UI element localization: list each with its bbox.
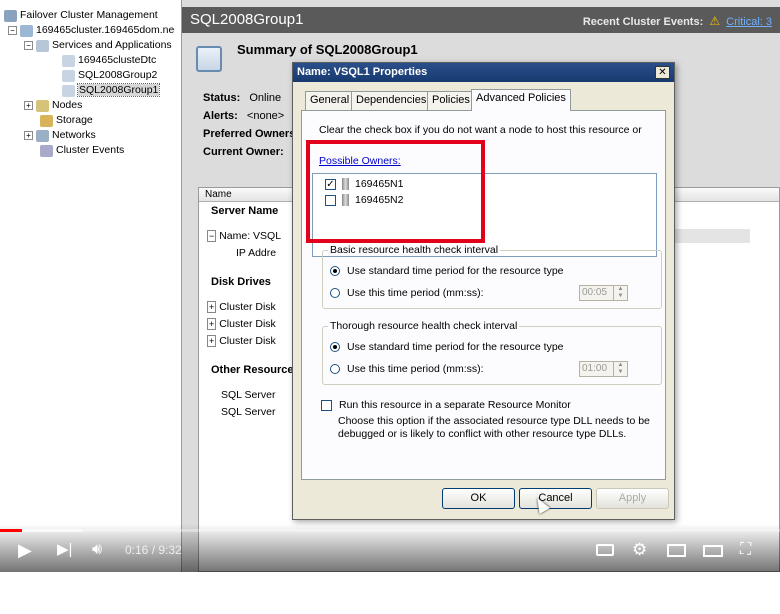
storage-icon bbox=[40, 114, 53, 127]
tree-item-nodes[interactable]: + Nodes bbox=[24, 98, 82, 113]
next-icon[interactable]: ▶| bbox=[57, 540, 72, 560]
summary-title: Summary of SQL2008Group1 bbox=[237, 42, 418, 57]
expand-icon[interactable]: + bbox=[24, 131, 33, 140]
thorough-health-check-group: Thorough resource health check interval … bbox=[322, 320, 662, 385]
collapse-icon[interactable]: − bbox=[24, 41, 33, 50]
thorough-standard-option[interactable]: Use standard time period for the resourc… bbox=[330, 341, 564, 353]
separate-monitor-checkbox[interactable] bbox=[321, 399, 332, 411]
tree-item-sql2008group2[interactable]: SQL2008Group2 bbox=[62, 68, 157, 83]
expand-icon[interactable]: + bbox=[24, 101, 33, 110]
list-item[interactable]: + Cluster Disk bbox=[207, 335, 276, 347]
separate-monitor-option[interactable]: Run this resource in a separate Resource… bbox=[321, 399, 571, 411]
progress-played bbox=[0, 529, 22, 532]
service-icon bbox=[62, 69, 75, 82]
basic-health-check-group: Basic resource health check interval Use… bbox=[322, 244, 662, 309]
video-frame[interactable]: Failover Cluster Management −169465clust… bbox=[0, 0, 780, 572]
radio-icon[interactable] bbox=[330, 364, 340, 375]
service-icon bbox=[62, 54, 75, 67]
ok-button[interactable]: OK bbox=[442, 488, 515, 509]
spinner-arrows-icon[interactable]: ▲ ▼ bbox=[613, 286, 627, 300]
tree-item-services-and-applications[interactable]: − Services and Applications bbox=[24, 38, 172, 53]
group-server-name: Server Name bbox=[211, 205, 279, 217]
group-other-resources: Other Resource bbox=[211, 364, 294, 376]
critical-events-link[interactable]: Critical: 3 bbox=[726, 16, 772, 28]
dialog-title: Name: VSQL1 Properties bbox=[293, 63, 674, 82]
list-item[interactable]: + Cluster Disk bbox=[207, 301, 276, 313]
tree-item-cluster-events[interactable]: Cluster Events bbox=[40, 143, 124, 158]
basic-standard-option[interactable]: Use standard time period for the resourc… bbox=[330, 265, 564, 277]
tab-dependencies[interactable]: Dependencies bbox=[351, 91, 432, 110]
spinner-arrows-icon[interactable]: ▲ ▼ bbox=[613, 362, 627, 376]
cluster-mgmt-icon bbox=[4, 9, 17, 22]
owners-description: Clear the check box if you do not want a… bbox=[319, 124, 642, 136]
list-item[interactable]: − Name: VSQL bbox=[207, 230, 281, 242]
cancel-button[interactable]: Cancel bbox=[519, 488, 592, 509]
radio-icon[interactable] bbox=[330, 342, 340, 353]
progress-bar[interactable] bbox=[0, 529, 780, 532]
tree-item-failover-cluster-management[interactable]: Failover Cluster Management bbox=[4, 8, 158, 23]
tree-item-169465clustedtc[interactable]: 169465clusteDtc bbox=[62, 53, 156, 68]
apply-button[interactable]: Apply bbox=[596, 488, 669, 509]
warning-icon: ⚠ bbox=[709, 14, 721, 28]
cluster-icon bbox=[20, 24, 33, 37]
thorough-time-spinner[interactable]: 01:00 ▲ ▼ bbox=[579, 361, 628, 377]
settings-icon[interactable]: ⚙ bbox=[632, 540, 647, 560]
recent-events: Recent Cluster Events: ⚠ Critical: 3 bbox=[582, 14, 772, 28]
services-icon bbox=[36, 39, 49, 52]
tree-item-storage[interactable]: Storage bbox=[40, 113, 93, 128]
alerts-row: Alerts: <none> bbox=[203, 110, 285, 122]
radio-icon[interactable] bbox=[330, 288, 340, 299]
thorough-custom-option[interactable]: Use this time period (mm:ss): bbox=[330, 363, 484, 375]
basic-time-spinner[interactable]: 00:05 ▲ ▼ bbox=[579, 285, 628, 301]
collapse-icon[interactable]: − bbox=[8, 26, 17, 35]
time-display: 0:16 / 9:32 bbox=[125, 543, 182, 557]
tree-item-cluster[interactable]: −169465cluster.169465dom.ne bbox=[8, 23, 174, 38]
tree-item-networks[interactable]: + Networks bbox=[24, 128, 96, 143]
summary-icon bbox=[196, 46, 222, 72]
preferred-owners-row: Preferred Owners: bbox=[203, 128, 299, 140]
results-title: SQL2008Group1 bbox=[190, 11, 304, 28]
results-header: SQL2008Group1 Recent Cluster Events: ⚠ C… bbox=[182, 7, 780, 33]
tree-item-sql2008group1[interactable]: SQL2008Group1 bbox=[62, 83, 161, 98]
close-icon[interactable]: ✕ bbox=[655, 66, 670, 79]
list-item[interactable]: + Cluster Disk bbox=[207, 318, 276, 330]
radio-icon[interactable] bbox=[330, 266, 340, 277]
service-icon bbox=[62, 84, 75, 97]
miniplayer-icon[interactable] bbox=[667, 544, 686, 557]
play-icon[interactable]: ▶ bbox=[18, 540, 32, 560]
status-row: Status: Online bbox=[203, 92, 282, 104]
separate-monitor-help: Choose this option if the associated res… bbox=[338, 415, 650, 440]
networks-icon bbox=[36, 129, 49, 142]
list-item[interactable]: IP Addre bbox=[236, 247, 276, 259]
tab-policies[interactable]: Policies bbox=[427, 91, 475, 110]
subtitles-icon[interactable] bbox=[596, 544, 614, 556]
tab-advanced-policies[interactable]: Advanced Policies bbox=[471, 89, 571, 111]
properties-dialog: Name: VSQL1 Properties ✕ General Depende… bbox=[292, 62, 675, 520]
page-background bbox=[0, 572, 780, 614]
nodes-icon bbox=[36, 99, 49, 112]
highlight-box bbox=[306, 140, 485, 243]
list-item[interactable]: SQL Server bbox=[221, 389, 275, 401]
console-tree: Failover Cluster Management −169465clust… bbox=[0, 0, 182, 572]
fullscreen-icon[interactable]: ⛶ bbox=[740, 540, 751, 560]
basic-custom-option[interactable]: Use this time period (mm:ss): bbox=[330, 287, 484, 299]
volume-icon[interactable]: 🔊︎ bbox=[92, 540, 102, 560]
tab-general[interactable]: General bbox=[305, 91, 355, 110]
list-item[interactable]: SQL Server bbox=[221, 406, 275, 418]
events-icon bbox=[40, 144, 53, 157]
theater-icon[interactable] bbox=[703, 545, 723, 557]
group-disk-drives: Disk Drives bbox=[211, 276, 271, 288]
